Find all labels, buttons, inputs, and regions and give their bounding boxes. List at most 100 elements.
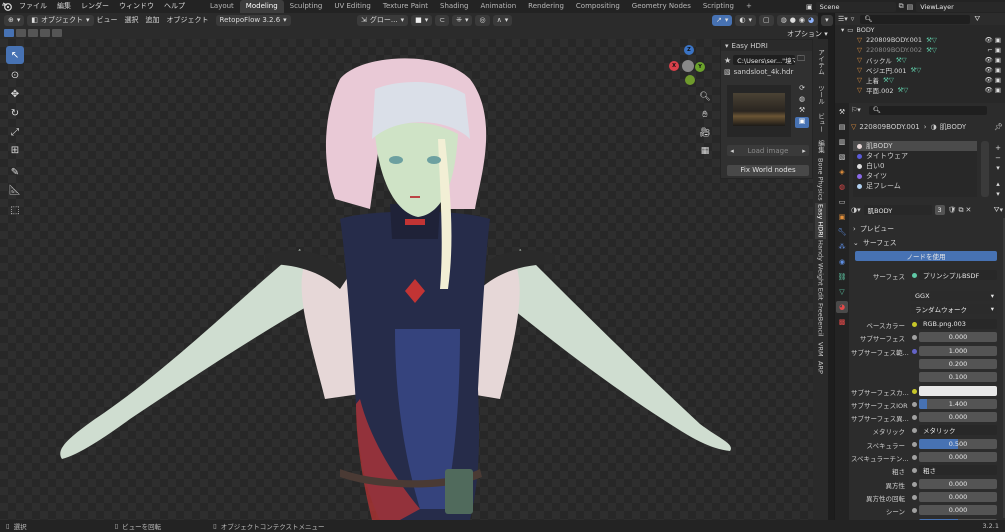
view-layer-icon[interactable]: ▤ [907, 3, 914, 11]
outliner-editor-icon[interactable]: ☰▾ [838, 15, 848, 23]
outliner-row-body[interactable]: ▾ ▭ BODY [835, 25, 1005, 35]
folder-icon[interactable]: 🗀 [797, 53, 805, 67]
property-value-field[interactable]: 0.500 [919, 439, 997, 449]
physics-tab-icon[interactable]: ◉ [836, 256, 848, 268]
gizmo-toggle[interactable]: ↗ ▾ [712, 15, 733, 26]
material-browse-icon[interactable]: ◑▾ [851, 206, 861, 214]
constraints-tab-icon[interactable]: ⛓ [836, 271, 848, 283]
fake-user-icon[interactable]: 🛡︎ [948, 206, 957, 214]
options-menu[interactable]: オプション ▾ [787, 29, 828, 39]
property-value-field[interactable] [919, 386, 997, 396]
hdri-thumbnail[interactable] [727, 85, 791, 137]
tab-bone-physics[interactable]: Bone Physics [815, 157, 826, 201]
properties-editor-icon[interactable]: ⚐▾ [851, 106, 861, 114]
material-users-count[interactable]: 3 [934, 205, 945, 215]
panel-collapse-icon[interactable]: ▾ [725, 42, 729, 50]
input-socket-icon[interactable] [912, 415, 917, 420]
gizmo-x-axis[interactable]: X [669, 61, 679, 71]
tab-uv-editing[interactable]: UV Editing [328, 0, 377, 13]
property-value-field[interactable]: 0.000 [919, 505, 997, 515]
tab-handy-weight-edit[interactable]: Handy Weight Edit [815, 240, 826, 300]
gizmo-neg-y-axis[interactable] [685, 75, 695, 85]
select-mode-new-icon[interactable] [4, 29, 14, 37]
use-nodes-button[interactable]: ノードを使用 [855, 251, 997, 261]
blender-logo-icon[interactable] [0, 0, 14, 13]
menu-window[interactable]: ウィンドウ [114, 0, 159, 13]
3d-viewport[interactable]: ↖ ⊙ ✥ ↻ ⤢ ⊞ ✎ 📐︎ ⬚ Z X Y 🔍︎ ✋︎ 🎥︎ ▦ [0, 39, 818, 520]
pivot-point-button[interactable]: ■ ▾ [411, 15, 433, 26]
annotate-tool[interactable]: ✎ [6, 163, 24, 181]
input-socket-icon[interactable] [912, 322, 917, 327]
property-value-field[interactable]: 0.200 [919, 359, 997, 369]
remove-slot-icon[interactable]: − [993, 153, 1003, 163]
property-value-field[interactable]: RGB.png.003 [919, 319, 997, 329]
material-filter-icon[interactable]: ⛛▾ [994, 206, 1003, 215]
scene-icon[interactable]: ▣ [806, 3, 813, 11]
render-tab-icon[interactable]: ▤ [836, 121, 848, 133]
visibility-eye-icon[interactable]: 👁︎ ▣ [985, 86, 1005, 94]
scene-selector[interactable]: Scene [815, 1, 896, 12]
perspective-grid-icon[interactable]: ▦ [697, 143, 713, 159]
rotate-tool[interactable]: ↻ [6, 104, 24, 122]
property-value-field[interactable]: 0.000 [919, 332, 997, 342]
visibility-eye-icon[interactable]: 👁︎ ▣ [985, 36, 1005, 44]
proportional-falloff-button[interactable]: ∧ ▾ [492, 15, 513, 26]
surface-section-header[interactable]: ⌄ サーフェス [853, 237, 897, 247]
property-value-field[interactable]: 0.100 [919, 372, 997, 382]
tab-texture-paint[interactable]: Texture Paint [377, 0, 434, 13]
tab-sculpting[interactable]: Sculpting [284, 0, 329, 13]
input-socket-icon[interactable] [912, 508, 917, 513]
mode-selector[interactable]: ◧ オブジェクト ▾ [27, 15, 94, 26]
duplicate-material-icon[interactable]: ⧉ [959, 206, 964, 215]
property-value-field[interactable]: メタリック [919, 425, 997, 435]
tab-scripting[interactable]: Scripting [697, 0, 740, 13]
property-value-field[interactable]: 粗さ [919, 465, 997, 475]
input-socket-icon[interactable] [912, 442, 917, 447]
material-slot-item[interactable]: 肌BODY [853, 141, 977, 151]
unlink-material-icon[interactable]: ✕ [966, 206, 972, 214]
properties-search-input[interactable]: 🔍︎ [868, 105, 987, 115]
navigation-gizmo[interactable]: Z X Y [666, 45, 710, 89]
transform-orientation[interactable]: ⇲ グロー... ▾ [357, 15, 409, 26]
output-tab-icon[interactable]: ▥ [836, 136, 848, 148]
outliner-row-jacket[interactable]: ▽ 上着 ⚒▽ 👁︎ ▣ [835, 75, 1005, 85]
menu-edit[interactable]: 編集 [52, 0, 76, 13]
material-slot-item[interactable]: 白い0 [853, 161, 977, 171]
select-box-tool[interactable]: ↖ [6, 46, 24, 64]
move-slot-up-icon[interactable]: ▴ [993, 179, 1003, 189]
add-cube-tool[interactable]: ⬚ [6, 201, 24, 219]
tab-compositing[interactable]: Compositing [570, 0, 626, 13]
transform-tool[interactable]: ⊞ [6, 141, 24, 159]
camera-view-icon[interactable]: 🎥︎ [697, 125, 713, 141]
select-mode-extend-icon[interactable] [16, 29, 26, 37]
scene-options-icon[interactable]: ⧉ [899, 2, 904, 11]
xray-toggle[interactable]: ▢ [759, 15, 774, 26]
tab-layout[interactable]: Layout [204, 0, 240, 13]
tab-freebencil[interactable]: FreeBencil [815, 301, 826, 339]
tab-shading[interactable]: Shading [434, 0, 474, 13]
select-mode-subtract-icon[interactable] [28, 29, 38, 37]
add-slot-icon[interactable]: + [993, 143, 1003, 153]
input-socket-icon[interactable] [912, 389, 917, 394]
add-workspace-icon[interactable]: + [740, 0, 758, 13]
data-tab-icon[interactable]: ▽ [836, 286, 848, 298]
tab-modeling[interactable]: Modeling [239, 0, 284, 13]
collection-tab-icon[interactable]: ▭ [836, 196, 848, 208]
input-socket-icon[interactable] [912, 402, 917, 407]
proportional-edit-button[interactable]: ◎ [475, 15, 490, 26]
input-socket-icon[interactable] [912, 349, 917, 354]
particles-tab-icon[interactable]: ⁂ [836, 241, 848, 253]
move-tool[interactable]: ✥ [6, 85, 24, 103]
tab-animation[interactable]: Animation [474, 0, 522, 13]
measure-tool[interactable]: 📐︎ [6, 181, 24, 199]
cursor-tool[interactable]: ⊙ [6, 66, 24, 84]
property-value-field[interactable]: 1.400 [919, 399, 997, 409]
retopoflow-button[interactable]: RetopoFlow 3.2.6 ▾ [215, 15, 291, 26]
property-value-field[interactable]: 0.000 [919, 492, 997, 502]
object-tab-icon[interactable]: ▣ [836, 211, 848, 223]
star-icon[interactable]: ★ [724, 56, 731, 65]
tab-geometry-nodes[interactable]: Geometry Nodes [626, 0, 697, 13]
menu-render[interactable]: レンダー [76, 0, 114, 13]
subsurface-method-dropdown[interactable]: ランダムウォーク ▾ [911, 304, 997, 314]
outliner-filter-funnel-icon[interactable]: ⛛ [974, 15, 980, 24]
